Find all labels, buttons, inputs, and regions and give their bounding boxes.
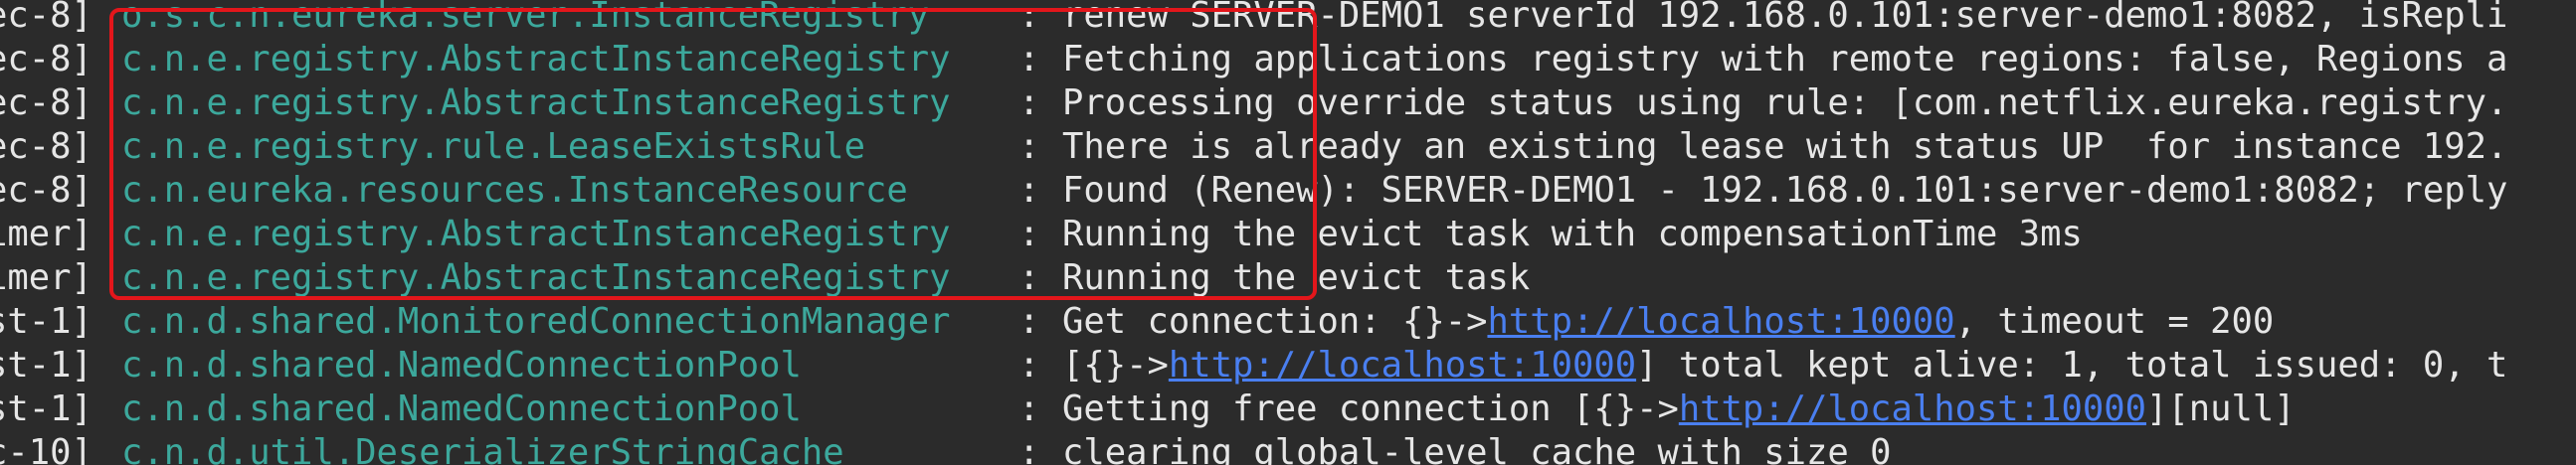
logger-name: c.n.d.shared.NamedConnectionPool — [121, 345, 802, 386]
log-line: st-1] c.n.d.shared.NamedConnectionPool :… — [0, 388, 2296, 431]
log-message: [{}->http://localhost:10000] total kept … — [1062, 344, 2507, 388]
thread-name: ec-8] — [0, 0, 92, 36]
thread-name: imer] — [0, 214, 92, 254]
thread-name: c-10] — [0, 432, 92, 465]
localhost-link[interactable]: http://localhost:10000 — [1169, 345, 1636, 386]
logger-name: o.s.c.n.eureka.server.InstanceRegistry — [121, 0, 930, 36]
log-line: c-10] c.n.d.util.DeserializerStringCache… — [0, 431, 1892, 465]
separator: : — [1018, 257, 1040, 298]
separator: : — [1018, 0, 1040, 36]
logger-name: c.n.e.registry.AbstractInstanceRegistry — [121, 214, 951, 254]
right-edge-margin — [2548, 0, 2576, 465]
localhost-link[interactable]: http://localhost:10000 — [1487, 301, 1954, 342]
logger-name: c.n.e.registry.AbstractInstanceRegistry — [121, 82, 951, 123]
separator: : — [1018, 82, 1040, 123]
log-message: renew SERVER-DEMO1 serverId 192.168.0.10… — [1062, 0, 2508, 36]
logger-name: c.n.d.shared.NamedConnectionPool — [121, 388, 802, 429]
message-text: , timeout = 200 — [1954, 301, 2275, 342]
log-line: imer] c.n.e.registry.AbstractInstanceReg… — [0, 213, 2083, 256]
log-line: st-1] c.n.d.shared.NamedConnectionPool :… — [0, 344, 2507, 388]
separator: : — [1018, 170, 1040, 211]
log-message: There is already an existing lease with … — [1062, 126, 2508, 167]
thread-name: st-1] — [0, 301, 92, 342]
message-text: ][null] — [2146, 388, 2296, 429]
separator: : — [1018, 432, 1040, 465]
log-message: Found (Renew): SERVER-DEMO1 - 192.168.0.… — [1062, 170, 2508, 211]
thread-name: st-1] — [0, 388, 92, 429]
log-line: ec-8] c.n.e.registry.rule.LeaseExistsRul… — [0, 125, 2507, 169]
separator: : — [1018, 39, 1040, 79]
log-message: Get connection: {}->http://localhost:100… — [1062, 300, 2274, 344]
logger-name: c.n.e.registry.AbstractInstanceRegistry — [121, 257, 951, 298]
logger-name: c.n.e.registry.AbstractInstanceRegistry — [121, 39, 951, 79]
log-message: Fetching applications registry with remo… — [1062, 39, 2508, 79]
logger-name: c.n.e.registry.rule.LeaseExistsRule — [121, 126, 866, 167]
message-text: [{}-> — [1062, 345, 1169, 386]
log-line: imer] c.n.e.registry.AbstractInstanceReg… — [0, 256, 1530, 300]
thread-name: ec-8] — [0, 170, 92, 211]
console-output[interactable]: ec-8] o.s.c.n.eureka.server.InstanceRegi… — [0, 0, 2576, 465]
log-message: Processing override status using rule: [… — [1062, 82, 2508, 123]
logger-name: c.n.eureka.resources.InstanceResource — [121, 170, 908, 211]
separator: : — [1018, 214, 1040, 254]
thread-name: imer] — [0, 257, 92, 298]
separator: : — [1018, 301, 1040, 342]
separator: : — [1018, 388, 1040, 429]
separator: : — [1018, 126, 1040, 167]
thread-name: st-1] — [0, 345, 92, 386]
log-message: Running the evict task — [1062, 257, 1531, 298]
log-line: ec-8] c.n.e.registry.AbstractInstanceReg… — [0, 38, 2507, 81]
logger-name: c.n.d.util.DeserializerStringCache — [121, 432, 844, 465]
message-text: ] total kept alive: 1, total issued: 0, … — [1636, 345, 2508, 386]
log-line: ec-8] c.n.eureka.resources.InstanceResou… — [0, 169, 2507, 213]
log-line: st-1] c.n.d.shared.MonitoredConnectionMa… — [0, 300, 2274, 344]
thread-name: ec-8] — [0, 82, 92, 123]
log-message: clearing global-level cache with size 0 — [1062, 432, 1892, 465]
thread-name: ec-8] — [0, 39, 92, 79]
log-message: Getting free connection [{}->http://loca… — [1062, 388, 2296, 431]
log-message: Running the evict task with compensation… — [1062, 214, 2083, 254]
logger-name: c.n.d.shared.MonitoredConnectionManager — [121, 301, 951, 342]
log-line: ec-8] o.s.c.n.eureka.server.InstanceRegi… — [0, 0, 2507, 38]
localhost-link[interactable]: http://localhost:10000 — [1679, 388, 2146, 429]
log-line: ec-8] c.n.e.registry.AbstractInstanceReg… — [0, 81, 2507, 125]
separator: : — [1018, 345, 1040, 386]
message-text: Get connection: {}-> — [1062, 301, 1488, 342]
message-text: Getting free connection [{}-> — [1062, 388, 1679, 429]
thread-name: ec-8] — [0, 126, 92, 167]
